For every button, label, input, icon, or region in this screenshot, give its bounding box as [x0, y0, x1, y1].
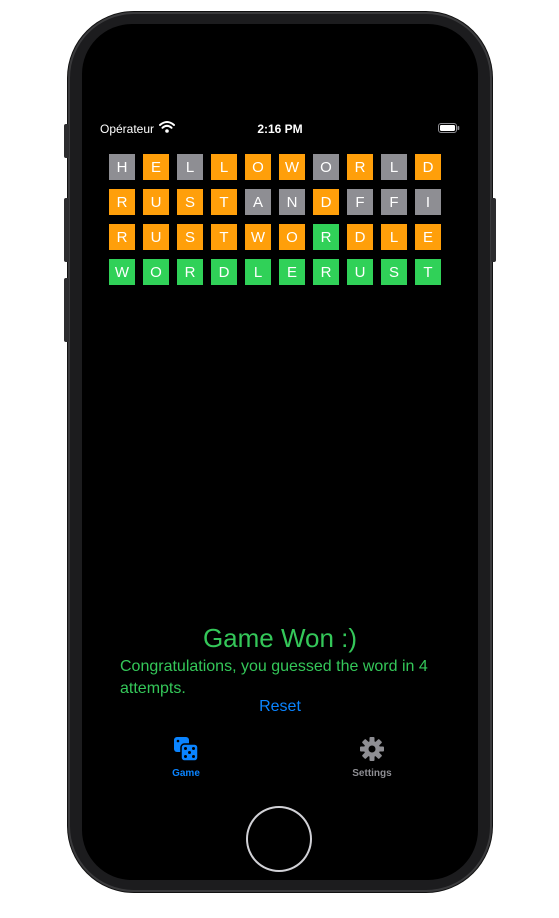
- result-message: Congratulations, you guessed the word in…: [120, 658, 428, 697]
- letter-tile: E: [143, 154, 169, 180]
- letter-tile: S: [177, 189, 203, 215]
- letter-tile: T: [415, 259, 441, 285]
- letter-tile: I: [415, 189, 441, 215]
- letter-tile: F: [347, 189, 373, 215]
- letter-tile: N: [279, 189, 305, 215]
- result-section: Game Won :) Congratulations, you guessed…: [82, 622, 478, 715]
- home-button[interactable]: [246, 806, 312, 872]
- letter-tile: U: [347, 259, 373, 285]
- letter-tile: R: [109, 189, 135, 215]
- letter-tile: O: [313, 154, 339, 180]
- letter-tile: U: [143, 224, 169, 250]
- letter-tile: L: [381, 224, 407, 250]
- letter-tile: W: [245, 224, 271, 250]
- letter-tile: R: [177, 259, 203, 285]
- letter-tile: W: [109, 259, 135, 285]
- letter-tile: T: [211, 224, 237, 250]
- letter-tile: R: [347, 154, 373, 180]
- letter-tile: S: [177, 224, 203, 250]
- letter-tile: S: [381, 259, 407, 285]
- letter-tile: L: [211, 154, 237, 180]
- letter-tile: E: [279, 259, 305, 285]
- letter-tile: H: [109, 154, 135, 180]
- letter-tile: T: [211, 189, 237, 215]
- mute-switch: [64, 124, 69, 158]
- tab-settings-label: Settings: [352, 768, 392, 779]
- screen: Opérateur 2:16 PM HELLOWORLDRUSTANDFFIRU…: [82, 24, 478, 880]
- letter-tile: O: [143, 259, 169, 285]
- letter-tile: L: [177, 154, 203, 180]
- letter-tile: D: [415, 154, 441, 180]
- letter-tile: E: [415, 224, 441, 250]
- power-button: [491, 198, 496, 262]
- grid-row: HELLOWORLD: [109, 154, 441, 180]
- letter-tile: A: [245, 189, 271, 215]
- letter-tile: O: [245, 154, 271, 180]
- volume-up-button: [64, 198, 69, 262]
- letter-tile: R: [313, 259, 339, 285]
- letter-tile: L: [381, 154, 407, 180]
- tab-bar: Game Settings: [82, 736, 478, 786]
- result-title: Game Won :): [202, 623, 358, 653]
- gear-icon: [360, 737, 384, 761]
- letter-tile: R: [313, 224, 339, 250]
- grid-row: RUSTWORDLE: [109, 224, 441, 250]
- dice-icon: [174, 737, 199, 762]
- reset-button[interactable]: Reset: [82, 698, 478, 716]
- letter-tile: F: [381, 189, 407, 215]
- letter-tile: L: [245, 259, 271, 285]
- tab-settings[interactable]: Settings: [312, 736, 432, 779]
- volume-down-button: [64, 278, 69, 342]
- letter-tile: U: [143, 189, 169, 215]
- battery-icon: [438, 123, 460, 133]
- tab-game-label: Game: [172, 768, 200, 779]
- grid-row: RUSTANDFFI: [109, 189, 441, 215]
- letter-tile: W: [279, 154, 305, 180]
- letter-tile: D: [211, 259, 237, 285]
- letter-tile: O: [279, 224, 305, 250]
- letter-grid: HELLOWORLDRUSTANDFFIRUSTWORDLEWORDLERUST: [109, 154, 441, 294]
- tab-game[interactable]: Game: [126, 736, 246, 779]
- letter-tile: D: [347, 224, 373, 250]
- grid-row: WORDLERUST: [109, 259, 441, 285]
- letter-tile: R: [109, 224, 135, 250]
- letter-tile: D: [313, 189, 339, 215]
- clock: 2:16 PM: [257, 122, 303, 136]
- status-bar: Opérateur 2:16 PM: [82, 120, 478, 138]
